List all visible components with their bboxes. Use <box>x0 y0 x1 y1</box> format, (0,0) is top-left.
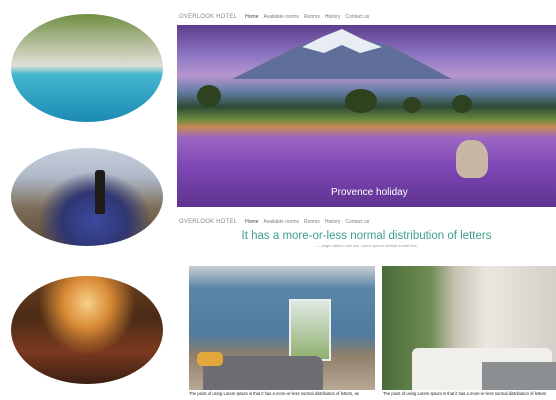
wine-bottle-shape <box>95 170 105 214</box>
section-heading: It has a more-or-less normal distributio… <box>241 230 492 242</box>
room-caption-1: The point of using Lorem Ipsum is that i… <box>189 391 359 396</box>
blanket-shape <box>482 362 556 390</box>
top-nav: OVERLOOK HOTEL Home Available rooms Room… <box>179 14 369 20</box>
picnic-photo <box>11 148 163 246</box>
nav-link-available-rooms[interactable]: Available rooms <box>264 14 299 20</box>
room-photo-2[interactable] <box>382 266 556 390</box>
nav-link-home[interactable]: Home <box>245 14 258 20</box>
pool-photo <box>11 14 163 122</box>
nav2-link-available-rooms[interactable]: Available rooms <box>264 219 299 225</box>
brand-logo[interactable]: OVERLOOK HOTEL <box>179 14 237 20</box>
nav-link-contact[interactable]: Contact us <box>345 14 369 20</box>
hero-banner: Provence holiday <box>177 25 556 207</box>
nav2-link-home[interactable]: Home <box>245 219 258 225</box>
window-shape <box>289 299 331 361</box>
secondary-nav: OVERLOOK HOTEL Home Available rooms Room… <box>179 219 369 225</box>
tree-shape <box>403 97 421 113</box>
nav2-link-history[interactable]: History <box>325 219 341 225</box>
nav2-link-rooms[interactable]: Rooms <box>304 219 320 225</box>
rock-shape <box>456 140 488 178</box>
tree-shape <box>197 85 221 107</box>
section-subheading: — page editors now use Lorem Ipsum defau… <box>316 243 417 248</box>
nav2-link-contact[interactable]: Contact us <box>345 219 369 225</box>
room-caption-2: The point of using Lorem Ipsum is that i… <box>383 391 547 396</box>
hero-caption: Provence holiday <box>331 187 408 198</box>
tree-shape <box>452 95 472 113</box>
room-photo-1[interactable] <box>189 266 375 390</box>
dining-friends-photo <box>11 276 163 384</box>
mountain-graphic <box>232 27 452 79</box>
brand-logo-secondary[interactable]: OVERLOOK HOTEL <box>179 219 237 225</box>
tree-shape <box>345 89 377 113</box>
nav-link-history[interactable]: History <box>325 14 341 20</box>
pillow-shape <box>197 352 223 366</box>
nav-link-rooms[interactable]: Rooms <box>304 14 320 20</box>
